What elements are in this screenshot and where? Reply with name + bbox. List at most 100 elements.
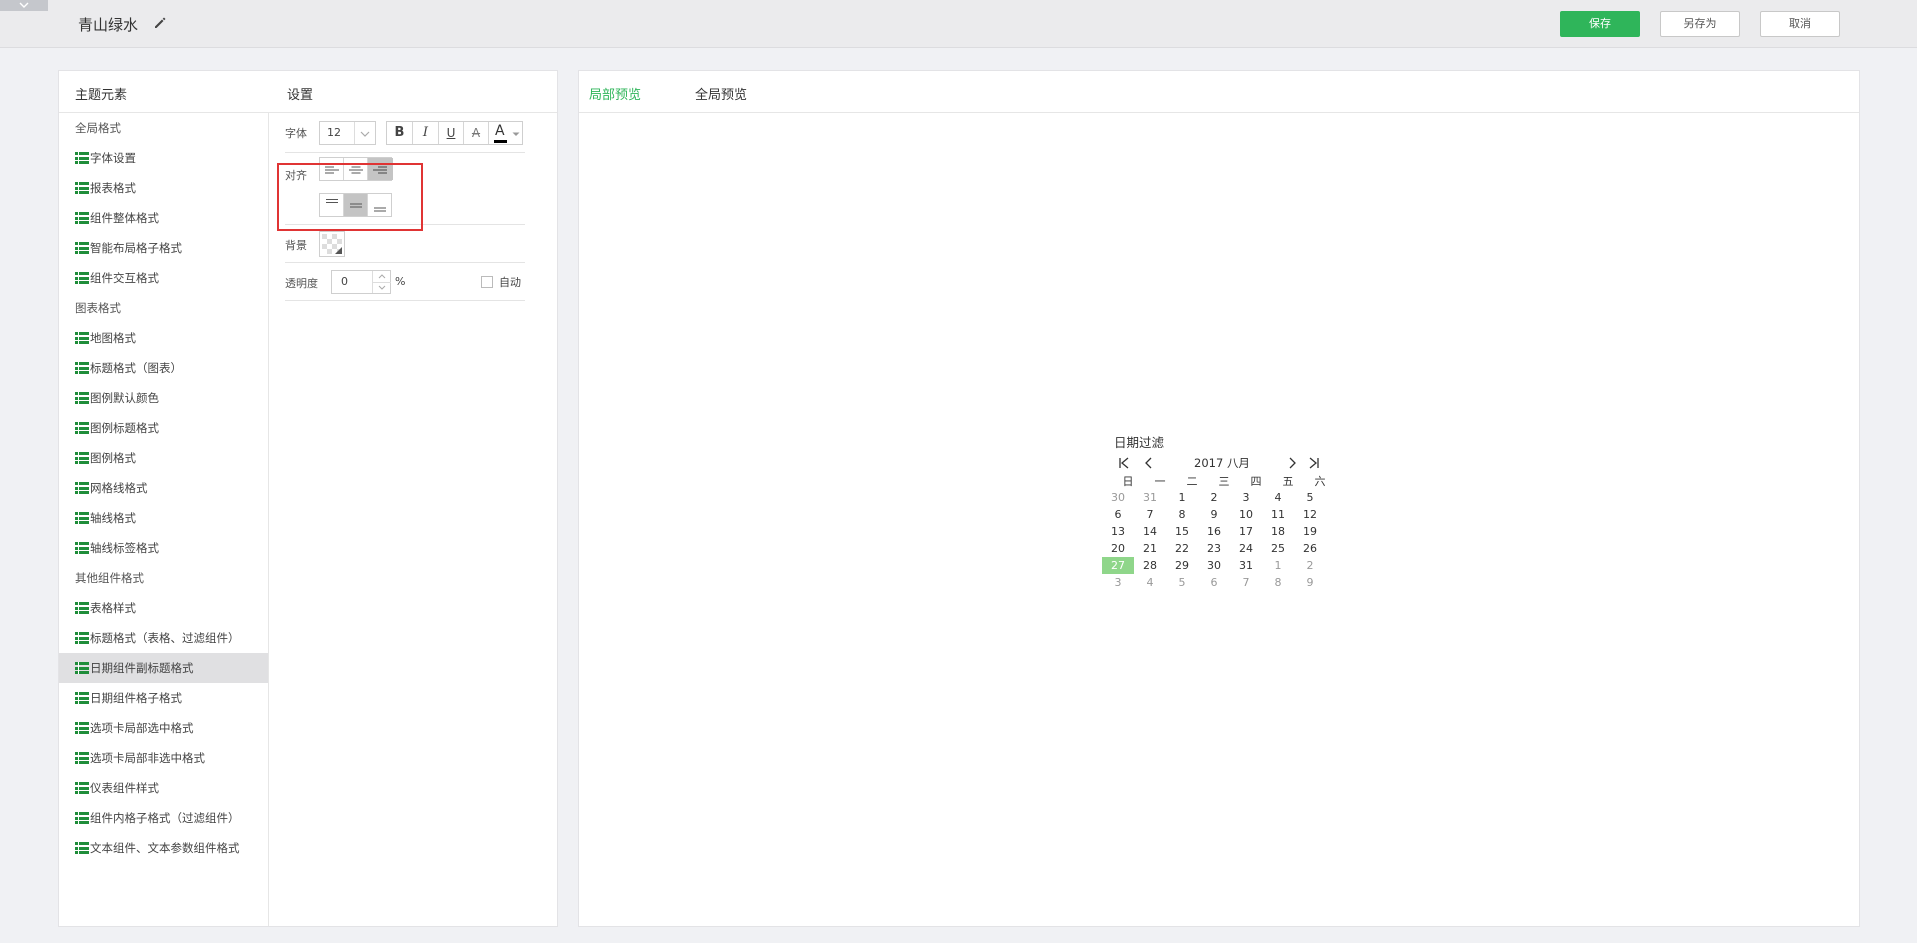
- calendar-day[interactable]: 28: [1134, 557, 1166, 574]
- strikethrough-button[interactable]: A: [464, 122, 489, 144]
- calendar-day[interactable]: 5: [1294, 489, 1326, 506]
- tree-item[interactable]: 选项卡局部非选中格式: [59, 743, 268, 773]
- calendar-day[interactable]: 8: [1262, 574, 1294, 591]
- tree-item[interactable]: 表格样式: [59, 593, 268, 623]
- transparent-swatch-icon: [322, 234, 342, 254]
- tree-item[interactable]: 标题格式（图表）: [59, 353, 268, 383]
- chevron-up-icon[interactable]: [378, 274, 386, 279]
- save-button[interactable]: 保存: [1560, 11, 1640, 37]
- tree-item[interactable]: 图例默认颜色: [59, 383, 268, 413]
- last-page-icon[interactable]: [1308, 457, 1320, 469]
- save-as-button[interactable]: 另存为: [1660, 11, 1740, 37]
- calendar-weekday: 二: [1186, 475, 1198, 488]
- calendar-day[interactable]: 10: [1230, 506, 1262, 523]
- bold-button[interactable]: B: [387, 122, 413, 144]
- calendar-day[interactable]: 30: [1198, 557, 1230, 574]
- auto-checkbox[interactable]: [481, 276, 493, 288]
- tab-local-preview[interactable]: 局部预览: [589, 84, 641, 103]
- underline-button[interactable]: U: [439, 122, 464, 144]
- tree-item[interactable]: 日期组件格子格式: [59, 683, 268, 713]
- edit-pencil-icon[interactable]: [153, 16, 167, 30]
- calendar-day[interactable]: 1: [1166, 489, 1198, 506]
- calendar-day[interactable]: 4: [1134, 574, 1166, 591]
- calendar-day[interactable]: 8: [1166, 506, 1198, 523]
- calendar-day[interactable]: 2: [1294, 557, 1326, 574]
- opacity-row: 透明度 0 % 自动: [285, 263, 525, 301]
- calendar-day[interactable]: 15: [1166, 523, 1198, 540]
- tree-group[interactable]: 全局格式: [59, 113, 268, 143]
- calendar-day[interactable]: 6: [1102, 506, 1134, 523]
- cancel-button[interactable]: 取消: [1760, 11, 1840, 37]
- tree-item[interactable]: 报表格式: [59, 173, 268, 203]
- table-grid-icon: [75, 812, 89, 824]
- background-color-picker[interactable]: [319, 231, 345, 257]
- calendar-day[interactable]: 3: [1102, 574, 1134, 591]
- calendar-day[interactable]: 21: [1134, 540, 1166, 557]
- italic-button[interactable]: I: [413, 122, 439, 144]
- tab-global-preview[interactable]: 全局预览: [695, 84, 747, 103]
- calendar-day[interactable]: 23: [1198, 540, 1230, 557]
- first-page-icon[interactable]: [1118, 457, 1130, 469]
- calendar-day[interactable]: 25: [1262, 540, 1294, 557]
- tree-item[interactable]: 仪表组件样式: [59, 773, 268, 803]
- tree-item[interactable]: 智能布局格子格式: [59, 233, 268, 263]
- calendar-weekday: 三: [1218, 475, 1230, 488]
- chevron-left-icon[interactable]: [1143, 457, 1155, 469]
- calendar-day[interactable]: 20: [1102, 540, 1134, 557]
- calendar-day[interactable]: 13: [1102, 523, 1134, 540]
- tree-item-label: 日期组件副标题格式: [90, 661, 194, 675]
- chevron-right-icon[interactable]: [1286, 457, 1298, 469]
- calendar-day[interactable]: 4: [1262, 489, 1294, 506]
- tree-item-label: 报表格式: [90, 181, 136, 195]
- calendar-day[interactable]: 2: [1198, 489, 1230, 506]
- collapse-toggle[interactable]: [0, 0, 48, 11]
- calendar-day[interactable]: 6: [1198, 574, 1230, 591]
- calendar-day[interactable]: 26: [1294, 540, 1326, 557]
- tree-item[interactable]: 标题格式（表格、过滤组件）: [59, 623, 268, 653]
- chevron-down-icon[interactable]: [378, 285, 386, 290]
- calendar-day[interactable]: 16: [1198, 523, 1230, 540]
- calendar-day[interactable]: 31: [1134, 489, 1166, 506]
- tree-item[interactable]: 网格线格式: [59, 473, 268, 503]
- tree-item[interactable]: 图例格式: [59, 443, 268, 473]
- calendar-day[interactable]: 7: [1134, 506, 1166, 523]
- calendar-day[interactable]: 17: [1230, 523, 1262, 540]
- tree-group[interactable]: 其他组件格式: [59, 563, 268, 593]
- calendar-day[interactable]: 1: [1262, 557, 1294, 574]
- tree-item[interactable]: 日期组件副标题格式: [59, 653, 268, 683]
- table-grid-icon: [75, 662, 89, 674]
- tree-item-label: 表格样式: [90, 601, 136, 615]
- calendar-day[interactable]: 18: [1262, 523, 1294, 540]
- tree-item[interactable]: 轴线标签格式: [59, 533, 268, 563]
- calendar-day[interactable]: 11: [1262, 506, 1294, 523]
- tree-item[interactable]: 组件内格子格式（过滤组件）: [59, 803, 268, 833]
- calendar-day[interactable]: 5: [1166, 574, 1198, 591]
- calendar-day[interactable]: 3: [1230, 489, 1262, 506]
- tree-item[interactable]: 轴线格式: [59, 503, 268, 533]
- font-label: 字体: [285, 127, 307, 140]
- calendar-day[interactable]: 14: [1134, 523, 1166, 540]
- tree-item[interactable]: 字体设置: [59, 143, 268, 173]
- calendar-day[interactable]: 12: [1294, 506, 1326, 523]
- calendar-day[interactable]: 31: [1230, 557, 1262, 574]
- font-color-button[interactable]: A: [489, 122, 524, 144]
- calendar-day[interactable]: 24: [1230, 540, 1262, 557]
- calendar-day[interactable]: 9: [1198, 506, 1230, 523]
- calendar-day[interactable]: 29: [1166, 557, 1198, 574]
- tree-item[interactable]: 组件交互格式: [59, 263, 268, 293]
- calendar-day[interactable]: 22: [1166, 540, 1198, 557]
- tree-item-label: 智能布局格子格式: [90, 241, 182, 255]
- opacity-stepper[interactable]: 0: [331, 270, 391, 294]
- calendar-day[interactable]: 7: [1230, 574, 1262, 591]
- tree-group[interactable]: 图表格式: [59, 293, 268, 323]
- font-size-select[interactable]: 12: [319, 121, 376, 145]
- calendar-day[interactable]: 30: [1102, 489, 1134, 506]
- tree-item[interactable]: 选项卡局部选中格式: [59, 713, 268, 743]
- tree-item[interactable]: 地图格式: [59, 323, 268, 353]
- calendar-day[interactable]: 9: [1294, 574, 1326, 591]
- tree-item[interactable]: 图例标题格式: [59, 413, 268, 443]
- tree-item[interactable]: 文本组件、文本参数组件格式: [59, 833, 268, 863]
- calendar-day[interactable]: 19: [1294, 523, 1326, 540]
- calendar-day[interactable]: 27: [1102, 557, 1134, 574]
- tree-item[interactable]: 组件整体格式: [59, 203, 268, 233]
